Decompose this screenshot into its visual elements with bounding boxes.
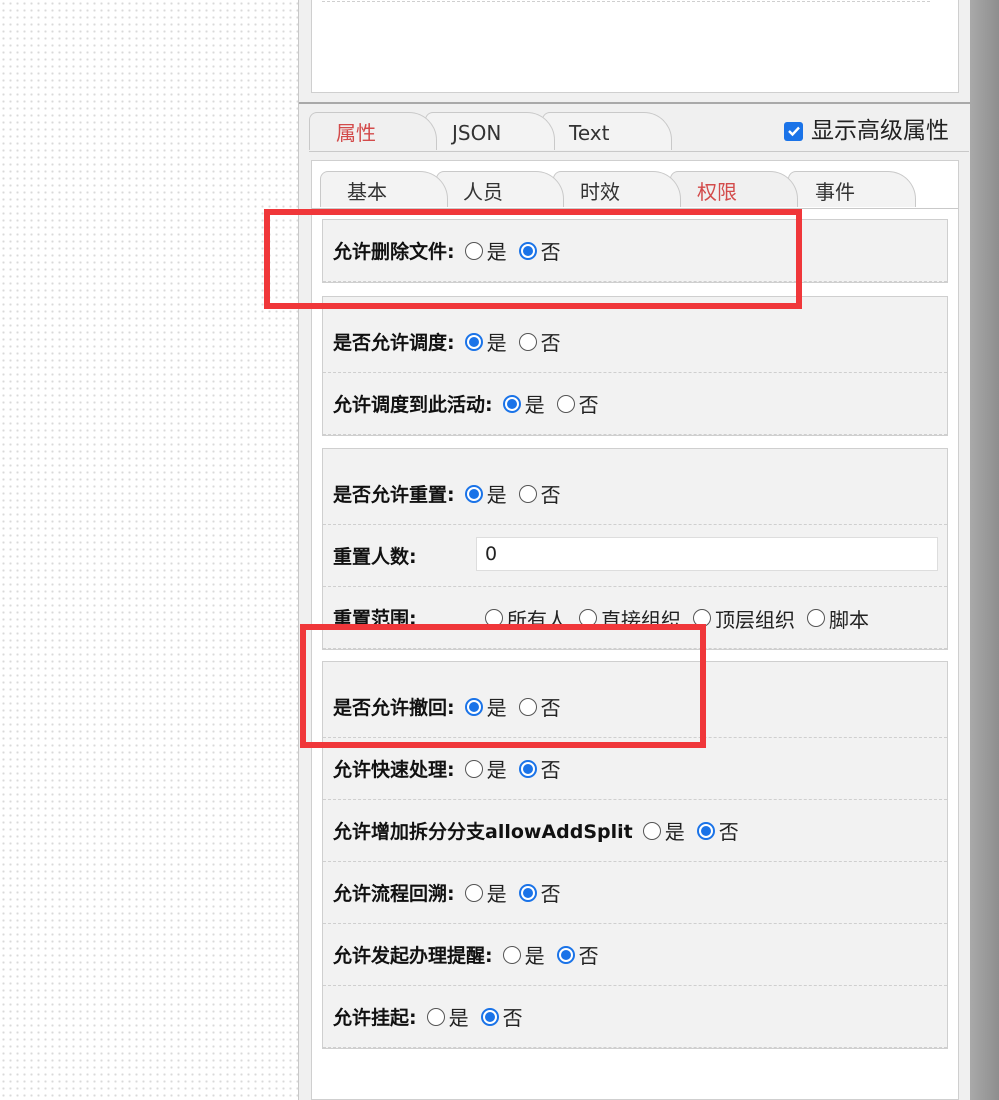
tab-personnel[interactable]: 人员 bbox=[436, 171, 564, 207]
radio-no[interactable]: 否 bbox=[518, 327, 561, 356]
tab-basic[interactable]: 基本 bbox=[320, 171, 448, 207]
tab-permissions[interactable]: 权限 bbox=[670, 171, 798, 207]
radio-no[interactable]: 否 bbox=[518, 878, 561, 907]
tab-timeliness[interactable]: 时效 bbox=[553, 171, 681, 207]
radio-yes[interactable]: 是 bbox=[426, 1002, 469, 1031]
main-tab-bar: Text Text JSON 属性 显示高级属性 bbox=[309, 112, 969, 152]
radio-yes[interactable]: 是 bbox=[464, 754, 507, 783]
radio-no[interactable]: 否 bbox=[696, 816, 739, 845]
radio-range-top-org[interactable]: 顶层组织 bbox=[693, 604, 795, 633]
radio-yes[interactable]: 是 bbox=[464, 327, 507, 356]
property-panel: Text Text JSON 属性 显示高级属性 事件 权限 时效 人员 基本 … bbox=[298, 0, 971, 1100]
radio-no[interactable]: 否 bbox=[480, 1002, 523, 1031]
show-advanced-toggle[interactable]: 显示高级属性 bbox=[784, 114, 949, 148]
row-dispatch-to-activity: 允许调度到此活动: 是 否 bbox=[323, 373, 947, 435]
radio-no[interactable]: 否 bbox=[518, 754, 561, 783]
radio-range-script[interactable]: 脚本 bbox=[807, 604, 869, 633]
radio-yes[interactable]: 是 bbox=[502, 940, 545, 969]
radio-no[interactable]: 否 bbox=[518, 479, 561, 508]
section-dispatch: 是否允许调度: 是 否 允许调度到此活动: 是 否 bbox=[322, 296, 948, 436]
row-allow-dispatch: 是否允许调度: 是 否 bbox=[323, 311, 947, 373]
panel-splitter[interactable] bbox=[299, 102, 971, 104]
checkbox-checked-icon[interactable] bbox=[784, 121, 803, 141]
section-reset: 是否允许重置: 是 否 重置人数: 0 重置范围: 所有人 直接组织 顶层组织 … bbox=[322, 448, 948, 650]
sub-tab-bar: 事件 权限 时效 人员 基本 bbox=[312, 171, 958, 209]
radio-no[interactable]: 否 bbox=[556, 940, 599, 969]
row-suspend: 允许挂起: 是 否 bbox=[323, 986, 947, 1048]
radio-no[interactable]: 否 bbox=[556, 389, 599, 418]
upper-content-box bbox=[311, 0, 959, 93]
row-reset-count: 重置人数: 0 bbox=[323, 525, 947, 587]
tab-text-real[interactable]: Text bbox=[542, 112, 672, 150]
radio-yes[interactable]: 是 bbox=[464, 479, 507, 508]
radio-yes[interactable]: 是 bbox=[464, 878, 507, 907]
window-scrollbar[interactable] bbox=[970, 0, 999, 1100]
highlight-box-retract bbox=[300, 624, 706, 748]
row-flow-backtrack: 允许流程回溯: 是 否 bbox=[323, 862, 947, 924]
radio-yes[interactable]: 是 bbox=[502, 389, 545, 418]
tab-events[interactable]: 事件 bbox=[788, 171, 916, 207]
radio-yes[interactable]: 是 bbox=[642, 816, 685, 845]
reset-count-input[interactable]: 0 bbox=[476, 537, 938, 571]
row-start-reminder: 允许发起办理提醒: 是 否 bbox=[323, 924, 947, 986]
row-add-split: 允许增加拆分分支allowAddSplit 是 否 bbox=[323, 800, 947, 862]
row-allow-reset: 是否允许重置: 是 否 bbox=[323, 463, 947, 525]
highlight-box-delete-file bbox=[264, 209, 802, 309]
tab-json[interactable]: JSON bbox=[425, 112, 555, 150]
tab-properties[interactable]: 属性 bbox=[309, 112, 437, 150]
show-advanced-label: 显示高级属性 bbox=[811, 118, 949, 144]
